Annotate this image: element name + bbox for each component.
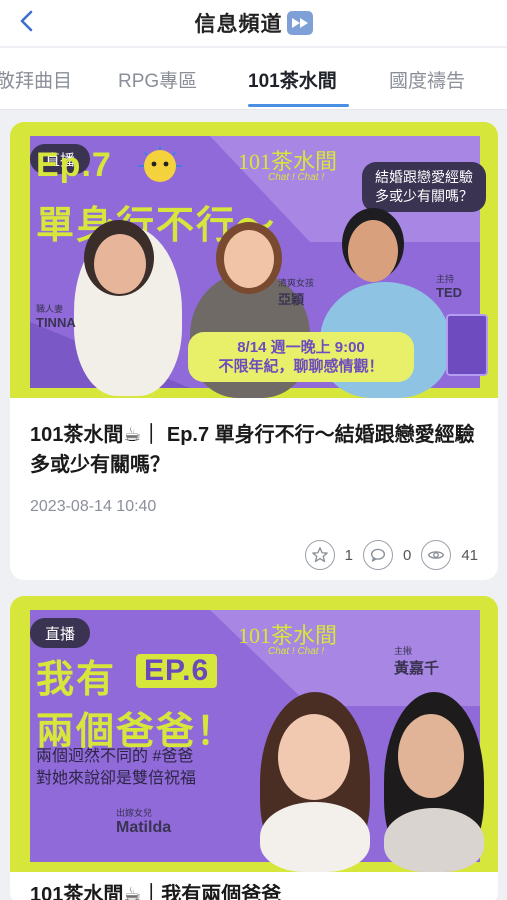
post-card[interactable]: 直播 Ep.7 101茶水間 Chat ! Chat ! 單身行不行～ 結婚跟戀… — [10, 122, 498, 580]
episode-subtext: 兩個迥然不同的 #爸爸 對她來說卻是雙倍祝福 — [36, 746, 196, 790]
book-icon — [446, 314, 488, 376]
post-title[interactable]: 101茶水間☕｜我有兩個爸爸 — [30, 878, 281, 900]
guest-tag-huang: 主揪 黃嘉千 — [394, 646, 440, 677]
comment-stat[interactable]: 0 — [362, 540, 412, 570]
channel-tabs: 敬拜曲目 RPG專區 101茶水間 國度禱告 — [0, 48, 507, 110]
headline-line-1: 我有 — [36, 659, 117, 701]
subtext-line-1: 兩個迥然不同的 #爸爸 — [36, 748, 194, 765]
schedule-line-1: 8/14 週一晚上 9:00 — [237, 339, 365, 356]
eye-icon — [421, 540, 452, 570]
post-body: 101茶水間☕｜ Ep.7 單身行不行～結婚跟戀愛經驗多或少有關嗎？ 2023-… — [10, 398, 498, 516]
guest-face-yaying — [224, 230, 274, 288]
guest-shirt-huang — [384, 808, 484, 872]
post-banner-image[interactable]: 直播 101茶水間 Chat ! Chat ! 我有 EP.6 兩個爸爸！ 兩個… — [10, 596, 498, 872]
view-stat: 41 — [421, 540, 478, 570]
like-stat[interactable]: 1 — [304, 540, 353, 570]
comment-icon[interactable] — [362, 540, 393, 570]
guest-face-ted — [348, 220, 398, 282]
subtext-line-2: 對她來說卻是雙倍祝福 — [36, 770, 197, 787]
post-banner-image[interactable]: 直播 Ep.7 101茶水間 Chat ! Chat ! 單身行不行～ 結婚跟戀… — [10, 122, 498, 398]
post-date: 2023-08-14 10:40 — [30, 498, 157, 515]
guest-face-matilda — [278, 714, 350, 800]
tab-worship[interactable]: 敬拜曲目 — [0, 66, 72, 93]
post-stats: 1 0 41 — [295, 540, 478, 570]
post-card[interactable]: 直播 101茶水間 Chat ! Chat ! 我有 EP.6 兩個爸爸！ 兩個… — [10, 596, 498, 900]
guest-shirt-matilda — [260, 802, 370, 872]
episode-label: Ep.7 — [36, 146, 112, 184]
like-count: 1 — [344, 546, 353, 564]
back-button[interactable] — [12, 6, 42, 36]
brand-subtitle: Chat ! Chat ! — [268, 646, 325, 657]
episode-label: EP.6 — [136, 654, 218, 688]
schedule-banner: 8/14 週一晚上 9:00 不限年紀，聊聊感情觀！ — [188, 332, 414, 382]
sun-icon — [134, 144, 186, 188]
tab-tea-room[interactable]: 101茶水間 — [248, 66, 337, 93]
comment-count: 0 — [402, 546, 412, 564]
live-badge: 直播 — [30, 618, 90, 648]
top-bar: 信息頻道 — [0, 0, 507, 46]
guest-tag-ted: 主持 TED — [436, 274, 462, 300]
schedule-line-2: 不限年紀，聊聊感情觀！ — [218, 358, 384, 375]
view-count: 41 — [461, 546, 478, 564]
guest-face-tinna — [94, 234, 146, 294]
guest-tag-yaying: 清爽女孩 亞穎 — [278, 278, 315, 307]
brand-subtitle: Chat ! Chat ! — [268, 172, 325, 183]
guest-face-huang — [398, 714, 464, 798]
page-title-group: 信息頻道 — [195, 8, 313, 38]
guest-tag-matilda: 出嫁女兒 Matilda — [116, 808, 172, 836]
tab-rpg[interactable]: RPG專區 — [118, 66, 197, 93]
guest-tag-tinna: 職人妻 TINNA — [36, 304, 76, 330]
chevron-left-icon — [20, 10, 33, 32]
question-bubble: 結婚跟戀愛經驗多或少有關嗎？ — [362, 162, 486, 212]
fast-forward-icon — [286, 11, 313, 35]
active-tab-indicator — [248, 104, 349, 107]
star-icon[interactable] — [304, 540, 335, 570]
page-title: 信息頻道 — [194, 13, 283, 36]
tab-prayer[interactable]: 國度禱告 — [389, 66, 465, 93]
post-title[interactable]: 101茶水間☕｜ Ep.7 單身行不行～結婚跟戀愛經驗多或少有關嗎？ — [30, 420, 478, 480]
